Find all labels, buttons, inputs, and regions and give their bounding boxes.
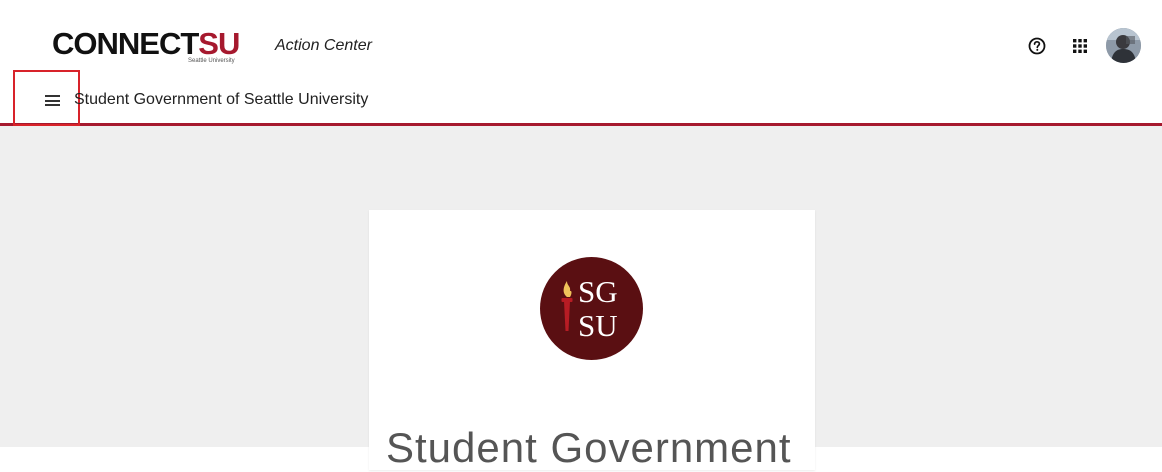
brand-connect-text: CONNECT [52, 26, 199, 61]
top-navigation-bar: CONNECTSU Seattle University Action Cent… [0, 0, 1162, 126]
hamburger-menu-icon [45, 95, 60, 106]
brand-su-text: SU [198, 26, 240, 61]
organization-title: Student Government [386, 424, 792, 471]
help-icon[interactable] [1028, 37, 1046, 55]
apps-grid-icon[interactable] [1073, 39, 1087, 53]
user-avatar[interactable] [1106, 28, 1141, 63]
logo-text-su: SU [578, 308, 618, 343]
organization-name: Student Government of Seattle University [74, 91, 369, 108]
menu-button[interactable] [13, 70, 80, 126]
brand-subtitle: Seattle University [188, 58, 235, 64]
app-name-label: Action Center [275, 37, 372, 54]
logo-text-sg: SG [578, 274, 618, 309]
connectsu-logo[interactable]: CONNECTSU Seattle University [52, 26, 240, 66]
sgsu-logo: SG SU [540, 257, 643, 360]
